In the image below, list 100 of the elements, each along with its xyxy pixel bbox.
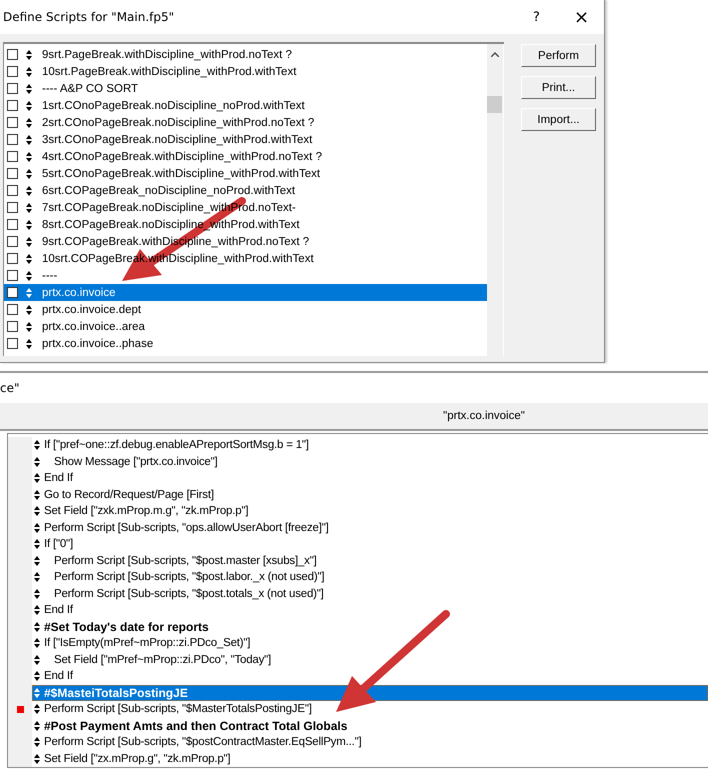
help-button[interactable]: ? (514, 0, 559, 34)
script-step[interactable]: End If (32, 602, 708, 618)
script-item[interactable]: 1srt.COnoPageBreak.noDiscipline_noProd.withText (4, 97, 487, 114)
script-step[interactable]: Perform Script [Sub-scripts, "$MasterTotalsPostingJE"] (32, 701, 708, 718)
move-handle-icon[interactable] (34, 506, 40, 516)
move-handle-icon[interactable] (34, 556, 40, 566)
script-item[interactable]: 5srt.COnoPageBreak.withDiscipline_withProd.withText (4, 165, 487, 182)
checkbox[interactable] (7, 304, 18, 315)
move-handle-icon[interactable] (34, 671, 40, 682)
script-item[interactable]: prtx.co.invoice..phase (4, 335, 487, 352)
script-item[interactable]: ---- (4, 267, 487, 284)
checkbox[interactable] (7, 270, 18, 281)
script-step[interactable]: Perform Script [Sub-scripts, "$post.master [xsubs]_x"] (32, 552, 708, 569)
script-step[interactable]: Show Message ["prtx.co.invoice"] (32, 454, 708, 470)
checkbox[interactable] (7, 185, 18, 196)
move-handle-icon[interactable] (26, 118, 32, 128)
move-handle-icon[interactable] (26, 134, 32, 144)
checkbox[interactable] (7, 49, 18, 60)
script-item[interactable]: prtx.co.invoice..area (4, 318, 487, 335)
script-item[interactable]: 3srt.COnoPageBreak.noDiscipline_withProd.withText (4, 131, 487, 148)
script-step[interactable]: Perform Script [Sub-scripts, "$post.totals_x (not used)"] (32, 586, 708, 602)
move-handle-icon[interactable] (26, 304, 32, 314)
script-item[interactable]: 6srt.COPageBreak_noDiscipline_noProd.withText (4, 182, 487, 199)
dialog-button[interactable]: Import... (521, 108, 596, 131)
gutter-cell[interactable] (8, 437, 32, 454)
checkbox[interactable] (7, 321, 18, 332)
script-item[interactable]: prtx.co.invoice (4, 284, 487, 301)
checkbox[interactable] (7, 338, 18, 349)
move-handle-icon[interactable] (34, 522, 40, 533)
script-step[interactable]: If ["pref~one::zf.debug.enableAPreportSortMsg.b = 1"] (32, 437, 708, 454)
move-handle-icon[interactable] (26, 338, 32, 348)
script-step[interactable]: #Set Today's date for reports (32, 618, 708, 635)
script-step[interactable]: #$MasteiTotalsPostingJE (32, 684, 708, 701)
script-item[interactable]: 2srt.COnoPageBreak.noDiscipline_withProd.noText ? (4, 114, 487, 131)
move-handle-icon[interactable] (34, 440, 40, 450)
move-handle-icon[interactable] (34, 622, 40, 632)
move-handle-icon[interactable] (26, 66, 32, 76)
checkbox[interactable] (7, 100, 18, 111)
script-item[interactable]: 9srt.PageBreak.withDiscipline_withProd.noText ? (4, 46, 487, 63)
move-handle-icon[interactable] (34, 539, 40, 550)
move-handle-icon[interactable] (26, 168, 32, 178)
move-handle-icon[interactable] (34, 490, 40, 500)
move-handle-icon[interactable] (34, 638, 40, 648)
scroll-up-icon[interactable] (491, 52, 499, 57)
checkbox[interactable] (7, 66, 18, 77)
move-handle-icon[interactable] (26, 236, 32, 246)
checkbox[interactable] (7, 134, 18, 145)
script-step[interactable]: Go to Record/Request/Page [First] (32, 486, 708, 503)
move-handle-icon[interactable] (34, 473, 40, 484)
close-button[interactable]: × (559, 0, 604, 34)
move-handle-icon[interactable] (26, 322, 32, 332)
scroll-thumb[interactable] (487, 96, 502, 113)
checkbox[interactable] (7, 287, 18, 298)
scrollbar[interactable] (487, 44, 504, 356)
breakpoint-marker[interactable] (16, 706, 24, 713)
checkbox[interactable] (7, 151, 18, 162)
dialog-button[interactable]: Print... (521, 76, 596, 99)
script-item[interactable]: 10srt.PageBreak.withDiscipline_withProd.withText (4, 63, 487, 80)
move-handle-icon[interactable] (26, 50, 32, 60)
script-step[interactable]: If ["IsEmpty(mPref~mProp::zi.PDco_Set)"] (32, 635, 708, 652)
checkbox[interactable] (7, 202, 18, 213)
script-item[interactable]: prtx.co.invoice.dept (4, 301, 487, 318)
gutter-cell[interactable] (8, 750, 32, 767)
move-handle-icon[interactable] (34, 654, 40, 665)
checkbox[interactable] (7, 253, 18, 264)
script-step[interactable]: Perform Script [Sub-scripts, "$post.labor._x (not used)"] (32, 569, 708, 586)
script-step[interactable]: End If (32, 668, 708, 684)
move-handle-icon[interactable] (26, 186, 32, 196)
checkbox[interactable] (7, 219, 18, 230)
move-handle-icon[interactable] (34, 456, 40, 467)
move-handle-icon[interactable] (26, 288, 32, 298)
move-handle-icon[interactable] (34, 588, 40, 599)
script-step[interactable]: Perform Script [Sub-scripts, "ops.allowUserAbort [freeze]"] (32, 520, 708, 536)
script-step[interactable]: If ["0"] (32, 536, 708, 552)
script-step[interactable]: Set Field ["zx.mProp.g", "zk.mProp.p"] (32, 750, 708, 767)
move-handle-icon[interactable] (34, 688, 40, 698)
script-step[interactable]: End If (32, 470, 708, 486)
script-step[interactable]: Perform Script [Sub-scripts, "$postContractMaster.EqSellPym..."] (32, 734, 708, 750)
move-handle-icon[interactable] (34, 720, 40, 731)
checkbox[interactable] (7, 236, 18, 247)
move-handle-icon[interactable] (34, 605, 40, 616)
move-handle-icon[interactable] (34, 737, 40, 748)
script-step[interactable]: Set Field ["zxk.mProp.m.g", "zk.mProp.p"] (32, 503, 708, 520)
move-handle-icon[interactable] (26, 220, 32, 230)
move-handle-icon[interactable] (34, 754, 40, 764)
script-item[interactable]: ---- A&P CO SORT (4, 80, 487, 97)
script-step[interactable]: Set Field ["mPref~mProp::zi.PDco", "Today"] (32, 652, 708, 668)
move-handle-icon[interactable] (26, 254, 32, 264)
script-step[interactable]: #Post Payment Amts and then Contract Total Globals (32, 718, 708, 734)
dialog-button[interactable]: Perform (521, 44, 596, 67)
checkbox[interactable] (7, 83, 18, 94)
move-handle-icon[interactable] (26, 100, 32, 110)
script-item[interactable]: 4srt.COnoPageBreak.withDiscipline_withProd.noText ? (4, 148, 487, 165)
move-handle-icon[interactable] (26, 84, 32, 94)
move-handle-icon[interactable] (34, 704, 40, 714)
move-handle-icon[interactable] (34, 572, 40, 582)
checkbox[interactable] (7, 168, 18, 179)
move-handle-icon[interactable] (26, 152, 32, 162)
checkbox[interactable] (7, 117, 18, 128)
move-handle-icon[interactable] (26, 202, 32, 212)
